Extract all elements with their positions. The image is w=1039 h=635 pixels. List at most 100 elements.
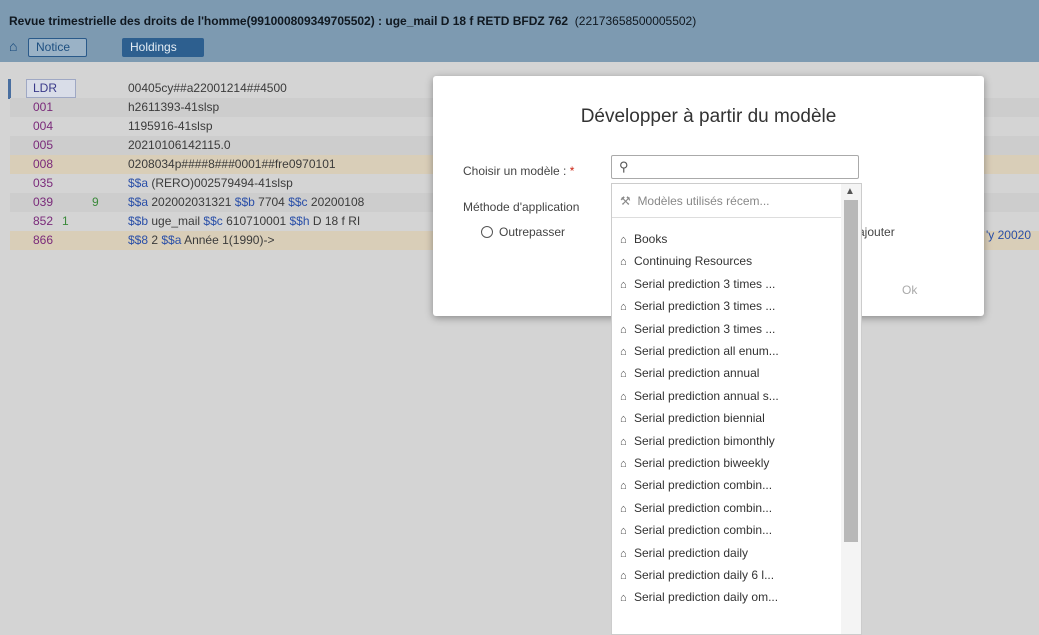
scroll-thumb[interactable] [844,200,858,542]
dropdown-divider [612,217,842,218]
template-item-label: Serial prediction bimonthly [634,433,775,448]
add-label: ajouter [858,225,895,239]
template-item[interactable]: ⌂ Serial prediction all enum... [620,340,779,362]
subfield-value: 7704 [254,195,289,209]
home-icon: ⌂ [620,547,627,560]
marc-value: $$a 202002031321 $$b 7704 $$c 20200108 [128,193,364,212]
template-item[interactable]: ⌂ Serial prediction 3 times ... [620,318,775,340]
scroll-up-icon[interactable]: ▲ [845,186,855,197]
home-icon[interactable]: ⌂ [9,39,23,53]
home-icon: ⌂ [620,301,627,314]
subfield-value: 20200108 [307,195,365,209]
marc-tag: 004 [33,119,54,133]
template-item-label: Serial prediction daily [634,545,749,560]
marc-tag: 008 [33,157,54,171]
home-icon: ⌂ [620,323,627,336]
record-title-id: (22173658500005502) [574,14,697,28]
template-item[interactable]: ⌂ Serial prediction 3 times ... [620,295,775,317]
subfield-value: uge_mail [148,214,204,228]
marc-value: $$a (RERO)002579494-41slsp [128,174,293,193]
marc-value: h2611393-41slsp [128,100,220,114]
dialog-title: Développer à partir du modèle [580,106,837,127]
required-mark: * [569,164,575,178]
template-item-label: Serial prediction 3 times ... [634,299,776,314]
home-icon: ⌂ [620,435,627,448]
tab-holdings[interactable]: Holdings [122,38,204,57]
template-item-label: Serial prediction daily om... [634,590,779,605]
marc-value: 00405cy##a22001214##4500 [128,81,287,95]
subfield-code: $$b [128,214,149,228]
template-item[interactable]: ⌂ Serial prediction daily [620,542,748,564]
template-item-label: Serial prediction annual s... [634,388,779,403]
template-dropdown[interactable]: ⚒ Modèles utilisés récem... ⌂ Books ⌂ Conti… [611,183,862,635]
home-icon: ⌂ [620,525,627,538]
template-item-label: Serial prediction all enum... [634,344,779,358]
subfield-code: $$b [234,195,255,209]
template-item-label: Serial prediction combin... [634,500,773,515]
template-item[interactable]: ⌂ Serial prediction daily om... [620,586,778,608]
home-icon: ⌂ [620,368,627,381]
marc-indicator: 9 [92,195,99,209]
marc-tag: 001 [33,100,54,114]
template-item-label: Serial prediction combin... [634,523,773,538]
tab-notice[interactable]: Notice [28,38,87,57]
override-radio[interactable] [481,226,493,238]
marc-tag: 035 [33,176,54,190]
home-icon: ⌂ [620,458,627,470]
marc-value: 0208034p####8###0001##fre0970101 [128,157,336,171]
marc-tag: LDR [33,81,58,95]
marc-tag: 852 [33,214,54,228]
template-item-label: Continuing Resources [634,254,753,269]
marc-value: 1195916-41slsp [128,119,213,133]
template-item[interactable]: ⌂ Serial prediction combin... [620,474,772,496]
subfield-value: 610710001 [222,214,290,228]
ok-button[interactable]: Ok [902,283,917,297]
template-item-label: Serial prediction 3 times ... [634,321,776,336]
home-icon: ⌂ [620,278,627,291]
home-icon: ⌂ [620,570,627,582]
home-icon: ⌂ [620,390,627,403]
template-item-label: Serial prediction daily 6 l... [634,568,775,582]
subfield-code: $$h [289,214,310,228]
template-item[interactable]: ⌂ Serial prediction annual [620,362,759,384]
template-item[interactable]: ⌂ Continuing Resources [620,250,752,272]
subfield-code: $$8 [128,233,149,247]
template-item[interactable]: ⌂ Serial prediction combin... [620,497,772,519]
home-icon: ⌂ [620,234,627,246]
recent-header-label: Modèles utilisés récem... [637,194,770,208]
template-item[interactable]: ⌂ Serial prediction biennial [620,407,765,429]
template-item[interactable]: ⌂ Serial prediction 3 times ... [620,273,775,295]
subfield-code: $$c [288,195,308,209]
marc-tag: 866 [33,233,54,247]
home-icon: ⌂ [620,502,627,515]
template-item-label: Serial prediction biennial [634,411,765,426]
template-item[interactable]: ⌂ Serial prediction annual s... [620,385,779,407]
template-item-label: Serial prediction biweekly [634,456,770,470]
subfield-code: $$a [128,176,149,190]
record-header: Revue trimestrielle des droits de l'homm… [0,0,1039,62]
template-item-label: Serial prediction 3 times ... [634,276,776,291]
template-item[interactable]: ⌂ Serial prediction combin... [620,519,772,541]
subfield-value: 2 [148,233,162,247]
record-title: Revue trimestrielle des droits de l'homm… [9,14,696,28]
template-item[interactable]: ⌂ Serial prediction daily 6 l... [620,564,774,586]
method-label: Méthode d'application [463,200,580,214]
subfield-value: (RERO)002579494-41slsp [148,176,293,190]
template-search-input[interactable]: ⚲ [611,155,859,179]
home-icon: ⌂ [620,346,627,358]
subfield-code: $$a [161,233,182,247]
home-icon: ⌂ [620,256,627,269]
tools-icon: ⚒ [620,194,631,208]
template-item-label: Serial prediction annual [634,366,760,381]
template-item[interactable]: ⌂ Serial prediction biweekly [620,452,769,474]
marc-indicator: 1 [62,214,69,228]
template-item[interactable]: ⌂ Serial prediction bimonthly [620,430,775,452]
subfield-code: $$c [203,214,223,228]
subfield-value: Année 1(1990)-> [181,233,275,247]
subfield-value: D 18 f RI [309,214,361,228]
home-icon: ⌂ [620,480,627,493]
template-item[interactable]: ⌂ Books [620,228,667,250]
marc-value: $$b uge_mail $$c 610710001 $$h D 18 f RI [128,212,360,231]
home-icon: ⌂ [620,592,627,605]
marc-tag: 005 [33,138,54,152]
